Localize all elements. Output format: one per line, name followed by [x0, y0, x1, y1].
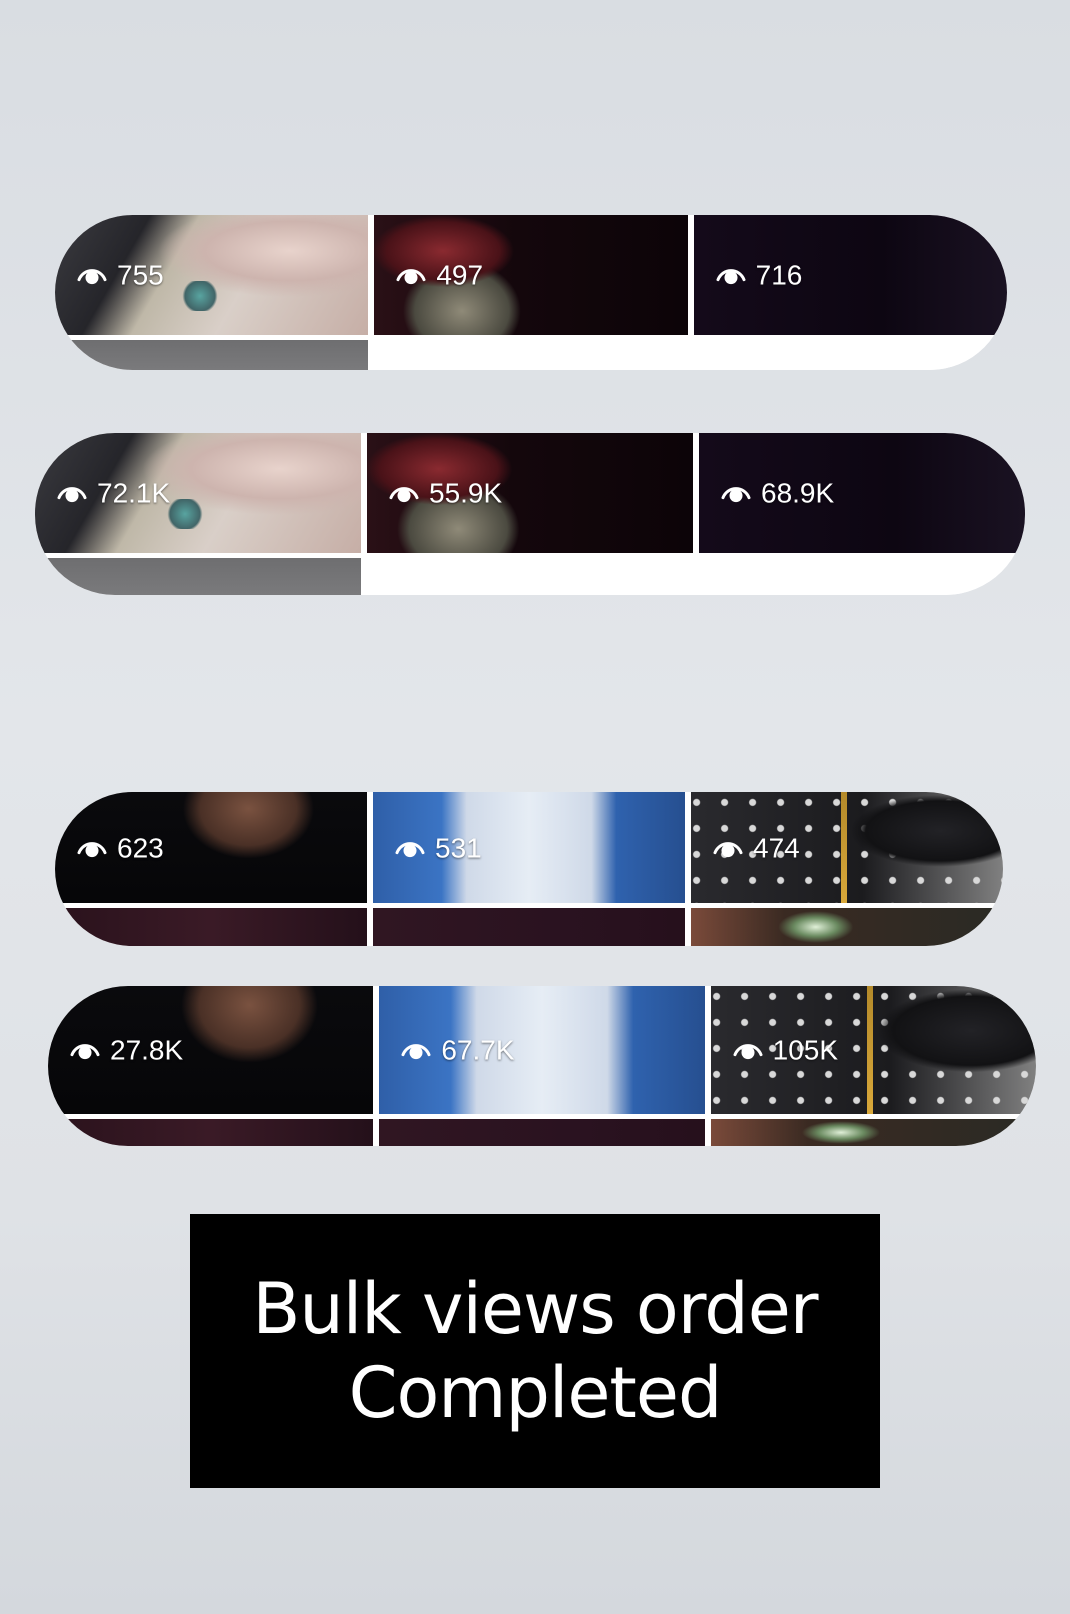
caption-box: Bulk views order Completed: [190, 1214, 880, 1488]
caption-line-2: Completed: [348, 1352, 723, 1434]
eye-icon: [716, 269, 746, 285]
video-thumbnail: 67.7K: [379, 986, 705, 1114]
view-count: 474: [713, 832, 800, 864]
eye-icon: [401, 1044, 431, 1060]
views-strip-3: 623 531 474: [55, 792, 1003, 946]
video-tile[interactable]: 72.1K: [35, 433, 361, 595]
video-tile[interactable]: 67.7K: [379, 986, 705, 1146]
thumbnail-lower-strip: [55, 340, 369, 370]
thumbnail-lower-strip: [48, 1119, 374, 1146]
eye-icon: [77, 269, 107, 285]
video-tile[interactable]: 474: [691, 792, 1003, 946]
eye-icon: [70, 1044, 100, 1060]
view-count: 531: [395, 832, 482, 864]
view-count: 67.7K: [401, 1035, 515, 1067]
eye-icon: [389, 487, 419, 503]
view-count: 72.1K: [57, 478, 170, 510]
video-tile[interactable]: 497: [374, 215, 688, 370]
view-count: 55.9K: [389, 478, 502, 510]
video-tile[interactable]: 27.8K: [48, 986, 374, 1146]
eye-icon: [57, 487, 87, 503]
view-count: 105K: [733, 1035, 838, 1067]
caption-line-1: Bulk views order: [252, 1268, 818, 1350]
video-thumbnail: 68.9K: [699, 433, 1025, 553]
video-thumbnail: 531: [373, 792, 685, 903]
thumbnail-lower-strip: [373, 908, 685, 946]
view-count: 497: [396, 260, 483, 292]
video-tile[interactable]: 716: [693, 215, 1007, 370]
view-count: 755: [77, 260, 164, 292]
video-tile[interactable]: 755: [55, 215, 369, 370]
thumbnail-lower-strip: [379, 1119, 705, 1146]
video-tile[interactable]: 55.9K: [367, 433, 693, 595]
eye-icon: [713, 841, 743, 857]
video-thumbnail: 623: [55, 792, 367, 903]
eye-icon: [733, 1044, 763, 1060]
view-count: 716: [716, 260, 802, 292]
video-thumbnail: 55.9K: [367, 433, 693, 553]
video-thumbnail: 716: [693, 215, 1007, 335]
views-strip-2: 72.1K 55.9K 68.9K: [35, 433, 1025, 595]
views-strip-4: 27.8K 67.7K 105K: [48, 986, 1036, 1146]
eye-icon: [396, 269, 426, 285]
thumbnail-lower-strip: [691, 908, 1003, 946]
video-tile[interactable]: 68.9K: [699, 433, 1025, 595]
eye-icon: [77, 841, 107, 857]
eye-icon: [721, 487, 751, 503]
thumbnail-lower-strip: [367, 558, 693, 595]
view-count: 623: [77, 832, 164, 864]
video-tile[interactable]: 105K: [710, 986, 1036, 1146]
eye-icon: [395, 841, 425, 857]
thumbnail-lower-strip: [693, 340, 1007, 370]
thumbnail-lower-strip: [35, 558, 361, 595]
video-thumbnail: 72.1K: [35, 433, 361, 553]
video-thumbnail: 497: [374, 215, 688, 335]
video-tile[interactable]: 531: [373, 792, 685, 946]
video-thumbnail: 105K: [710, 986, 1036, 1114]
views-strip-1: 755 497 716: [55, 215, 1007, 370]
view-count: 27.8K: [70, 1035, 183, 1067]
video-thumbnail: 755: [55, 215, 369, 335]
view-count: 68.9K: [721, 478, 834, 510]
thumbnail-lower-strip: [55, 908, 367, 946]
thumbnail-lower-strip: [374, 340, 688, 370]
video-tile[interactable]: 623: [55, 792, 367, 946]
thumbnail-lower-strip: [710, 1119, 1036, 1146]
video-thumbnail: 474: [691, 792, 1003, 903]
thumbnail-lower-strip: [699, 558, 1025, 595]
video-thumbnail: 27.8K: [48, 986, 374, 1114]
